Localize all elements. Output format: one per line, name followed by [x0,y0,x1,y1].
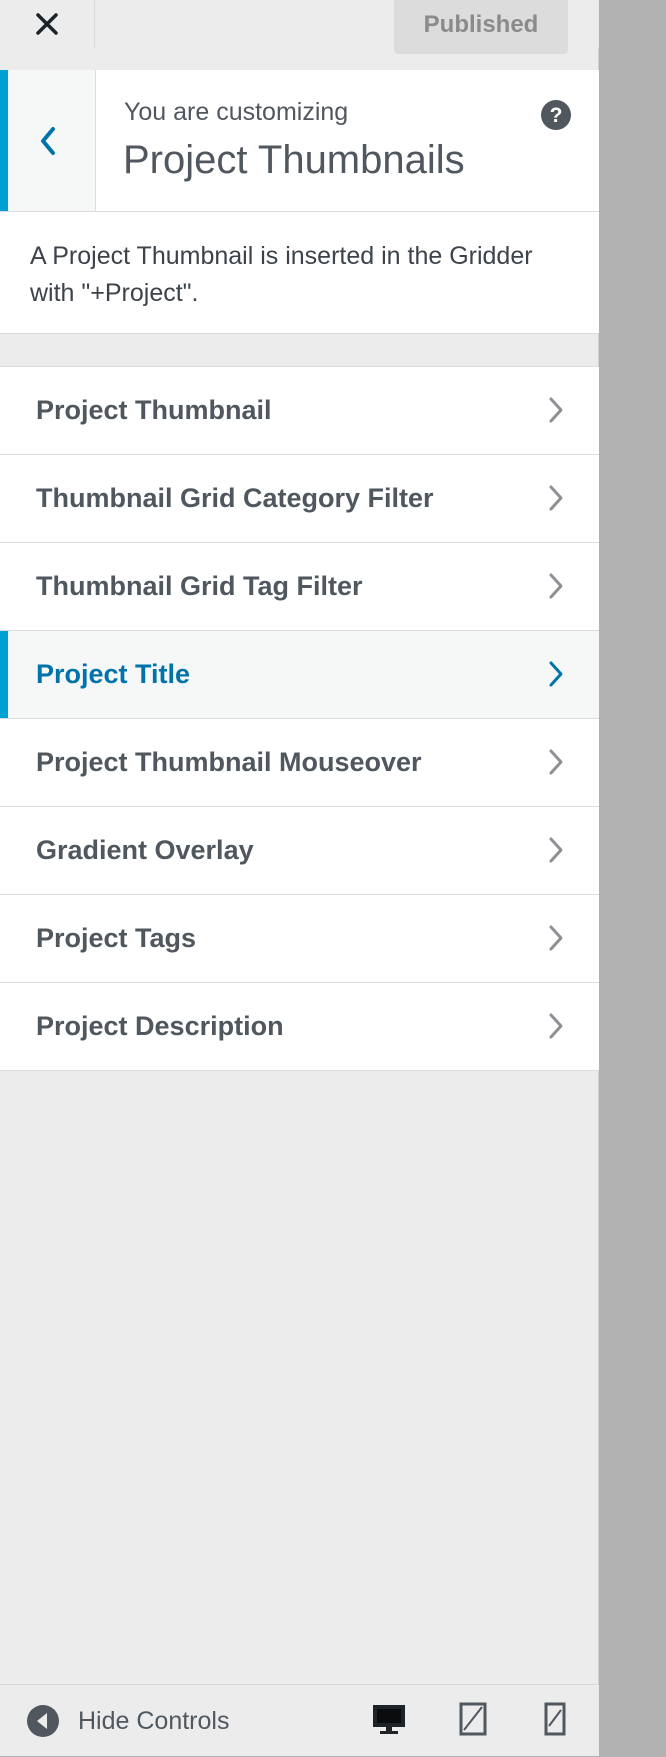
panel-item-gradient-overlay[interactable]: Gradient Overlay [0,807,599,895]
section-description: A Project Thumbnail is inserted in the G… [0,212,599,334]
panel-item-project-description[interactable]: Project Description [0,983,599,1071]
panel-item-label: Gradient Overlay [36,835,254,865]
section-info: You are customizing Project Thumbnails [0,70,599,212]
help-icon: ? [549,103,563,127]
hide-controls-label: Hide Controls [78,1706,230,1735]
publish-button[interactable]: Published [394,0,568,54]
chevron-right-icon [549,1013,563,1039]
panel-item-thumbnail-grid-category-filter[interactable]: Thumbnail Grid Category Filter [0,455,599,543]
help-button[interactable]: ? [541,100,571,130]
preview-tablet-button[interactable] [453,1699,493,1739]
chevron-right-icon [549,837,563,863]
panel-item-label: Thumbnail Grid Tag Filter [36,571,363,601]
close-icon [36,13,58,35]
customizer-footer: Hide Controls [0,1684,599,1756]
customizer-pane: Published You are customizing Project Th… [0,0,599,1756]
tablet-icon [459,1702,487,1736]
customizer-header: Published [0,0,599,54]
panel-item-label: Project Description [36,1011,284,1041]
preview-overlay [599,0,666,1756]
chevron-right-icon [549,749,563,775]
panel-item-thumbnail-grid-tag-filter[interactable]: Thumbnail Grid Tag Filter [0,543,599,631]
panel-item-label: Project Thumbnail [36,395,272,425]
close-button[interactable] [0,0,95,48]
collapse-arrow-icon [27,1705,59,1737]
panel-item-label: Project Tags [36,923,197,953]
chevron-left-icon [40,126,55,155]
chevron-right-icon [549,485,563,511]
chevron-right-icon [549,397,563,423]
preview-desktop-button[interactable] [369,1699,409,1739]
customizing-label: You are customizing [124,98,349,126]
page-title: Project Thumbnails [123,138,465,182]
back-button[interactable] [0,70,96,211]
chevron-right-icon [549,661,563,687]
panel-item-label: Thumbnail Grid Category Filter [36,483,434,513]
panel-item-label: Project Thumbnail Mouseover [36,747,422,777]
desktop-icon [373,1705,405,1734]
chevron-right-icon [549,925,563,951]
chevron-right-icon [549,573,563,599]
preview-mobile-button[interactable] [535,1699,575,1739]
panel-item-project-thumbnail-mouseover[interactable]: Project Thumbnail Mouseover [0,719,599,807]
panel-item-label: Project Title [36,659,191,689]
mobile-icon [544,1702,566,1736]
panel-item-project-thumbnail[interactable]: Project Thumbnail [0,367,599,455]
panel-item-project-title[interactable]: Project Title [0,631,599,719]
panel-item-project-tags[interactable]: Project Tags [0,895,599,983]
hide-controls-button[interactable]: Hide Controls [26,1685,229,1757]
panel-list: Project Thumbnail Thumbnail Grid Categor… [0,366,599,1071]
